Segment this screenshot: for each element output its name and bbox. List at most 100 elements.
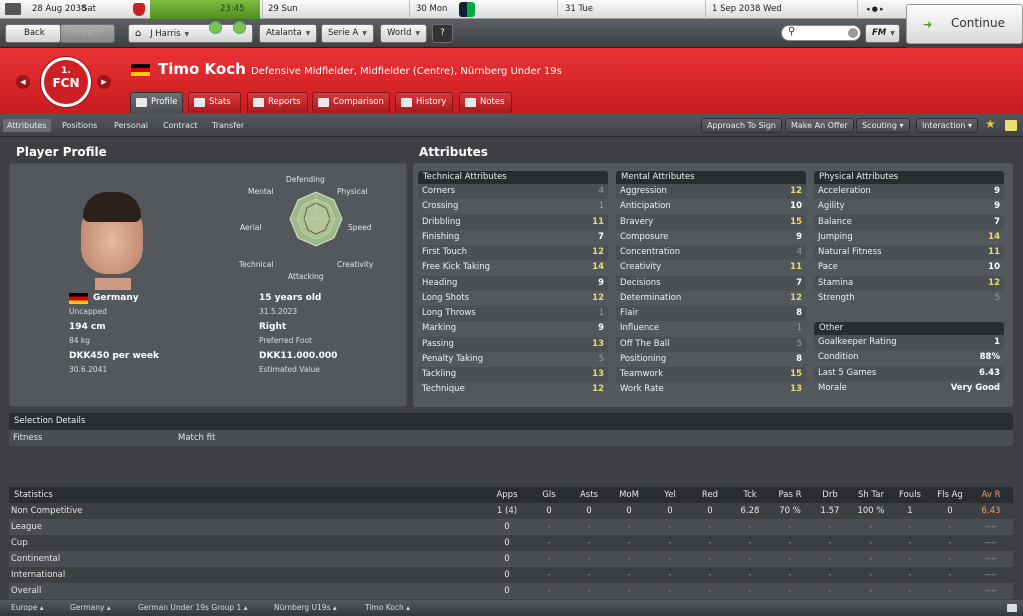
calendar-day-3[interactable]: 31 Tue bbox=[565, 0, 593, 19]
attribute-name: Positioning bbox=[620, 353, 667, 364]
fitness-value: Match fit bbox=[178, 433, 216, 443]
stat-cell: 0 bbox=[504, 554, 510, 564]
tab-profile[interactable]: Profile bbox=[130, 92, 183, 113]
tab-comparison[interactable]: Comparison bbox=[312, 92, 390, 113]
subnav-positions[interactable]: Positions bbox=[58, 119, 101, 132]
attribute-value: 7 bbox=[796, 277, 802, 288]
nation[interactable]: Germany bbox=[93, 293, 139, 303]
technical-attribute-row: Heading 9 bbox=[418, 275, 608, 291]
breadcrumb-player[interactable]: Timo Koch ▴ bbox=[365, 600, 410, 616]
stat-cell: - bbox=[869, 522, 873, 532]
stat-row-label: League bbox=[11, 522, 43, 532]
stat-row-label: International bbox=[11, 570, 66, 580]
stat-cell: - bbox=[908, 538, 912, 548]
mental-attribute-row: Off The Ball 5 bbox=[616, 336, 806, 352]
tab-notes[interactable]: Notes bbox=[459, 92, 512, 113]
approach-to-sign-button[interactable]: Approach To Sign bbox=[701, 118, 782, 133]
breadcrumb-club[interactable]: Nürnberg U19s ▴ bbox=[274, 600, 337, 616]
stat-column-header[interactable]: Gls bbox=[529, 487, 569, 503]
stat-column-header[interactable]: Pas R bbox=[770, 487, 810, 503]
stat-column-header[interactable]: Asts bbox=[569, 487, 609, 503]
stat-cell: 0 bbox=[586, 506, 592, 516]
news-badge-icon[interactable] bbox=[233, 21, 246, 34]
forward-button[interactable]: Forward bbox=[60, 24, 115, 43]
calendar-day-4[interactable]: 1 Sep 2038 Wed bbox=[712, 0, 782, 19]
technical-attribute-row: Long Throws 1 bbox=[418, 306, 608, 322]
clear-search-icon[interactable] bbox=[848, 28, 858, 38]
interaction-dropdown[interactable]: Interaction ▾ bbox=[916, 118, 978, 133]
tab-reports[interactable]: Reports bbox=[247, 92, 308, 113]
fitness-label: Fitness bbox=[13, 433, 43, 443]
club-shield-icon[interactable] bbox=[133, 3, 145, 16]
attribute-name: Heading bbox=[422, 277, 458, 288]
attribute-value: 9 bbox=[796, 231, 802, 242]
subnav-attributes[interactable]: Attributes bbox=[3, 119, 51, 132]
attribute-name: Creativity bbox=[620, 262, 662, 273]
stat-cell: - bbox=[627, 586, 631, 596]
attribute-name: Balance bbox=[818, 216, 852, 227]
scouting-dropdown[interactable]: Scouting ▾ bbox=[856, 118, 910, 133]
attribute-value: 7 bbox=[994, 216, 1000, 227]
stat-cell: 0 bbox=[504, 538, 510, 548]
shortlist-icon[interactable] bbox=[1005, 120, 1017, 131]
attribute-name: Last 5 Games bbox=[818, 367, 877, 378]
make-offer-button[interactable]: Make An Offer bbox=[785, 118, 854, 133]
stat-column-header[interactable]: Apps bbox=[487, 487, 527, 503]
next-arrow-icon[interactable]: ▶ bbox=[97, 75, 111, 89]
manager-dropdown[interactable]: ⌂ J Harris ▼ bbox=[128, 21, 253, 43]
technical-attribute-row: Tackling 13 bbox=[418, 367, 608, 383]
calendar-day-1[interactable]: 29 Sun bbox=[268, 0, 298, 19]
mental-attribute-row: Composure 9 bbox=[616, 230, 806, 245]
subnav-personal[interactable]: Personal bbox=[110, 119, 152, 132]
stat-column-header[interactable]: Drb bbox=[810, 487, 850, 503]
stat-cell: - bbox=[708, 570, 712, 580]
match-opponent-icon[interactable] bbox=[459, 2, 475, 17]
calendar-nav-icons[interactable]: ◂ ● ▸ bbox=[866, 0, 884, 19]
mental-header: Mental Attributes bbox=[616, 171, 806, 184]
subnav-contract[interactable]: Contract bbox=[159, 119, 201, 132]
stat-column-header[interactable]: Fouls bbox=[890, 487, 930, 503]
stat-cell: - bbox=[587, 554, 591, 564]
world-dropdown[interactable]: World ▼ bbox=[380, 24, 427, 43]
tab-stats[interactable]: Stats bbox=[188, 92, 241, 113]
stat-cell: 0 bbox=[546, 506, 552, 516]
tab-history[interactable]: History bbox=[395, 92, 453, 113]
technical-attributes: Technical Attributes Corners 4 Crossing 1 Dr… bbox=[418, 171, 608, 398]
attribute-value: 9 bbox=[598, 323, 604, 334]
technical-attribute-row: Free Kick Taking 14 bbox=[418, 260, 608, 275]
help-icon[interactable]: ? bbox=[432, 24, 453, 43]
previous-arrow-icon[interactable]: ◀ bbox=[16, 75, 30, 89]
fm-menu-button[interactable]: FM ▼ bbox=[865, 24, 900, 43]
stat-cell: ---- bbox=[984, 570, 998, 580]
stat-column-header[interactable]: MoM bbox=[609, 487, 649, 503]
attribute-value: 13 bbox=[592, 369, 604, 379]
selection-details-header: Selection Details bbox=[9, 413, 1013, 430]
breadcrumb-europe[interactable]: Europe ▴ bbox=[11, 600, 44, 616]
stat-cell: - bbox=[547, 570, 551, 580]
breadcrumb-competition[interactable]: German Under 19s Group 1 ▴ bbox=[138, 600, 247, 616]
stat-column-header[interactable]: Tck bbox=[730, 487, 770, 503]
stat-cell: ---- bbox=[984, 522, 998, 532]
star-icon[interactable]: ★ bbox=[985, 117, 996, 131]
continue-button[interactable]: ➜ Continue bbox=[906, 4, 1023, 44]
calendar-icon[interactable] bbox=[5, 3, 21, 15]
league-dropdown[interactable]: Serie A ▼ bbox=[321, 24, 374, 43]
team-dropdown[interactable]: Atalanta ▼ bbox=[259, 24, 318, 43]
stat-column-header[interactable]: Red bbox=[690, 487, 730, 503]
stat-column-header[interactable]: Yel bbox=[650, 487, 690, 503]
technical-attribute-row: Marking 9 bbox=[418, 321, 608, 336]
breadcrumb-germany[interactable]: Germany ▴ bbox=[70, 600, 111, 616]
calendar-day-2[interactable]: 30 Mon bbox=[416, 0, 447, 19]
stat-cell: - bbox=[908, 522, 912, 532]
stat-column-header[interactable]: Av R bbox=[971, 487, 1011, 503]
screen-icon[interactable] bbox=[1007, 604, 1017, 612]
inbox-badge-icon[interactable] bbox=[209, 21, 222, 34]
search-input[interactable]: ⚲ bbox=[781, 25, 861, 41]
back-button[interactable]: Back bbox=[5, 24, 61, 43]
stat-row: Cup 0- - - - - - - - - - - ---- bbox=[9, 535, 1013, 551]
mental-attribute-row: Positioning 8 bbox=[616, 352, 806, 367]
stat-column-header[interactable]: Fls Ag bbox=[930, 487, 970, 503]
subnav-transfer[interactable]: Transfer bbox=[208, 119, 248, 132]
stat-column-header[interactable]: Sh Tar bbox=[851, 487, 891, 503]
home-icon: ⌂ bbox=[135, 28, 142, 39]
